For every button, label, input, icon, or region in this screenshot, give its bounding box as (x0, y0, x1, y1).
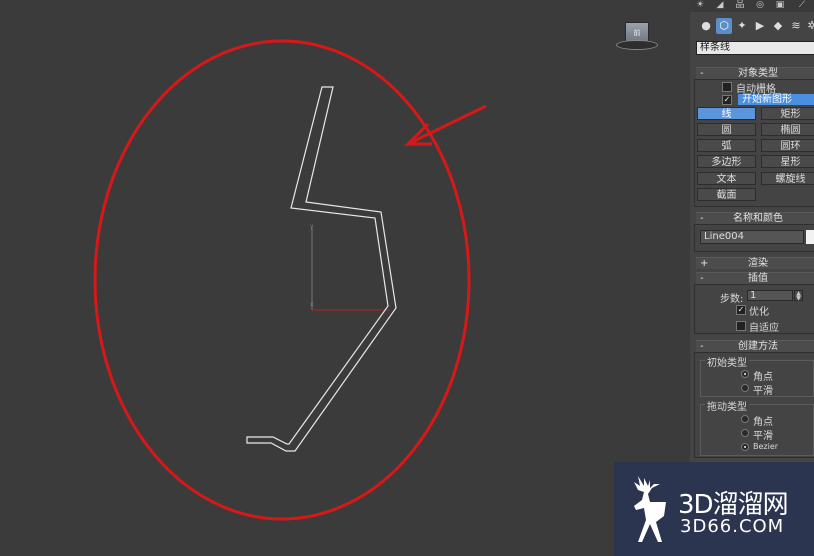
drag-bezier-radio[interactable] (741, 443, 749, 451)
shape-button-section[interactable]: 截面 (697, 188, 756, 201)
collapse-minus-icon: - (700, 213, 704, 224)
object-name-input[interactable]: Line004 (700, 230, 804, 244)
drag-smooth-label: 平滑 (753, 431, 773, 442)
rollout-object-type-title: 对象类型 (738, 68, 778, 79)
drag-bezier-label: Bezier (753, 442, 779, 451)
watermark-site: 3D66.COM (680, 516, 785, 537)
axis-y-label: y (310, 223, 314, 230)
shape-button-helix[interactable]: 螺旋线 (761, 172, 814, 185)
initial-smooth-label: 平滑 (753, 386, 773, 397)
collapse-minus-icon: - (700, 273, 704, 284)
rollout-rendering-header[interactable]: + 渲染 (696, 257, 814, 269)
shape-button-circle[interactable]: 圆 (697, 123, 756, 136)
rollout-interpolation-title: 插值 (748, 273, 768, 284)
autogrid-checkbox[interactable] (722, 82, 732, 92)
annotation-ellipse (93, 39, 471, 521)
deer-logo-icon (634, 476, 666, 542)
shape-button-rectangle[interactable]: 矩形 (761, 107, 814, 120)
create-tab-icon[interactable]: ☀ (692, 0, 708, 11)
steps-input[interactable]: 1 (747, 290, 793, 301)
autogrid-label: 自动栅格 (736, 84, 776, 95)
rollout-creation-method-header[interactable]: - 创建方法 (696, 340, 814, 352)
adaptive-checkbox[interactable] (736, 321, 746, 331)
watermark-3d66: 3D溜溜网 3D66.COM (614, 462, 814, 556)
create-category-icons: ● ⬡ ✦ ▶ ◆ ≋ ✲ (690, 16, 814, 36)
motion-tab-icon[interactable]: ◎ (752, 0, 768, 11)
rollout-name-color-title: 名称和颜色 (733, 213, 783, 224)
rollout-name-color-header[interactable]: - 名称和颜色 (696, 212, 814, 224)
axis-x-label: x (310, 301, 314, 308)
shape-button-star[interactable]: 星形 (761, 155, 814, 168)
shape-button-line[interactable]: 线 (697, 107, 756, 120)
shape-button-ngon[interactable]: 多边形 (697, 155, 756, 168)
initial-corner-radio[interactable] (741, 370, 749, 378)
spline-line-shape[interactable] (246, 86, 397, 452)
rollout-interpolation-header[interactable]: - 插值 (696, 272, 814, 284)
drag-corner-label: 角点 (753, 417, 773, 428)
viewcube[interactable]: 前 (614, 20, 658, 52)
shape-button-arc[interactable]: 弧 (697, 139, 756, 152)
object-color-swatch[interactable] (806, 230, 814, 244)
viewport-canvas: y x (93, 39, 487, 521)
cameras-icon[interactable]: ▶ (752, 18, 768, 34)
utilities-tab-icon[interactable]: ⟋ (794, 0, 810, 11)
panel-tabs: ☀ ◢ 品 ◎ ▣ ⟋ (690, 0, 814, 12)
start-new-shape-checkbox[interactable]: ✓ (722, 95, 732, 105)
rollout-creation-method-title: 创建方法 (738, 341, 778, 352)
initial-corner-label: 角点 (753, 372, 773, 383)
initial-smooth-radio[interactable] (741, 384, 749, 392)
viewport[interactable]: y x 前 (0, 0, 690, 556)
spacewarps-icon[interactable]: ≋ (788, 18, 804, 34)
geometry-icon[interactable]: ● (698, 18, 714, 34)
viewcube-ring[interactable] (616, 40, 658, 50)
start-new-shape-button[interactable]: 开始新图形 (738, 94, 814, 105)
expand-plus-icon: + (700, 258, 709, 269)
collapse-minus-icon: - (700, 341, 704, 352)
helpers-icon[interactable]: ◆ (770, 18, 786, 34)
shape-button-donut[interactable]: 圆环 (761, 139, 814, 152)
drag-smooth-radio[interactable] (741, 429, 749, 437)
steps-label: 步数: (720, 294, 744, 305)
optimize-checkbox[interactable]: ✓ (736, 305, 746, 315)
display-tab-icon[interactable]: ▣ (772, 0, 788, 11)
lights-icon[interactable]: ✦ (734, 18, 750, 34)
shapes-icon[interactable]: ⬡ (716, 18, 732, 34)
drag-corner-radio[interactable] (741, 415, 749, 423)
steps-spinner[interactable]: ▲ ▼ (794, 290, 803, 302)
shape-button-text[interactable]: 文本 (697, 172, 756, 185)
adaptive-label: 自适应 (749, 323, 779, 334)
optimize-label: 优化 (749, 307, 769, 318)
hierarchy-tab-icon[interactable]: 品 (732, 0, 748, 11)
category-dropdown[interactable]: 样条线 (696, 41, 814, 55)
modify-tab-icon[interactable]: ◢ (712, 0, 728, 11)
rollout-object-type-header[interactable]: - 对象类型 (696, 67, 814, 79)
rollout-rendering-title: 渲染 (748, 258, 768, 269)
collapse-minus-icon: - (700, 68, 704, 79)
initial-type-label: 初始类型 (705, 354, 749, 369)
drag-type-label: 拖动类型 (705, 398, 749, 413)
shape-button-ellipse[interactable]: 椭圆 (761, 123, 814, 136)
systems-icon[interactable]: ✲ (804, 18, 814, 34)
